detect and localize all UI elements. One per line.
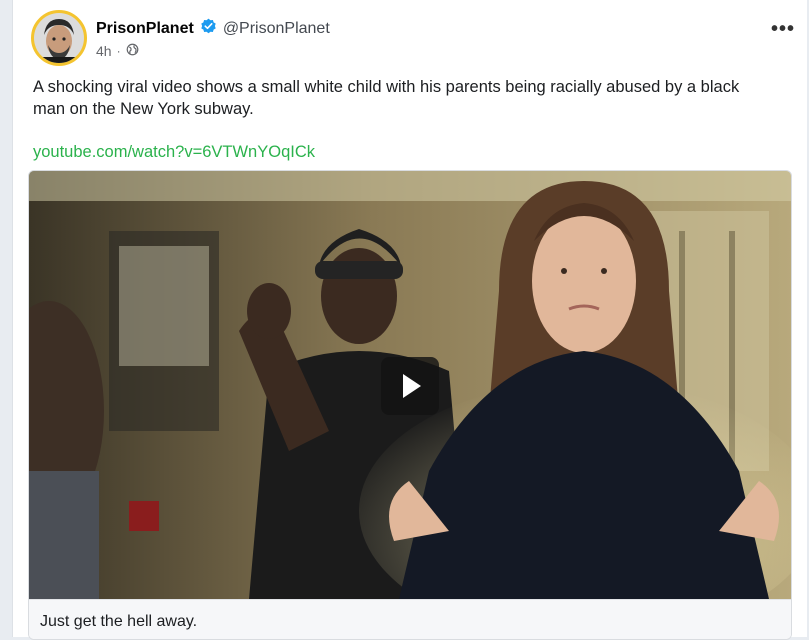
play-icon[interactable] bbox=[381, 357, 439, 415]
link-preview-card[interactable]: Just get the hell away. bbox=[28, 170, 792, 640]
author-handle[interactable]: @PrisonPlanet bbox=[223, 20, 330, 38]
post-meta: 4h · bbox=[96, 43, 139, 59]
globe-icon bbox=[126, 43, 139, 59]
meta-separator: · bbox=[116, 44, 121, 58]
more-options-button[interactable]: ••• bbox=[771, 18, 795, 41]
author-name[interactable]: PrisonPlanet bbox=[96, 20, 194, 38]
verified-badge-icon bbox=[200, 18, 217, 40]
author-row: PrisonPlanet @PrisonPlanet bbox=[96, 18, 330, 40]
post-time[interactable]: 4h bbox=[96, 43, 112, 59]
video-thumbnail[interactable] bbox=[29, 171, 791, 639]
post-card: PrisonPlanet @PrisonPlanet 4h · ••• A sh… bbox=[12, 0, 807, 640]
avatar[interactable] bbox=[31, 10, 87, 66]
post-text: A shocking viral video shows a small whi… bbox=[33, 78, 740, 118]
card-caption: Just get the hell away. bbox=[29, 599, 791, 639]
post-link[interactable]: youtube.com/watch?v=6VTWnYOqICk bbox=[33, 143, 315, 162]
